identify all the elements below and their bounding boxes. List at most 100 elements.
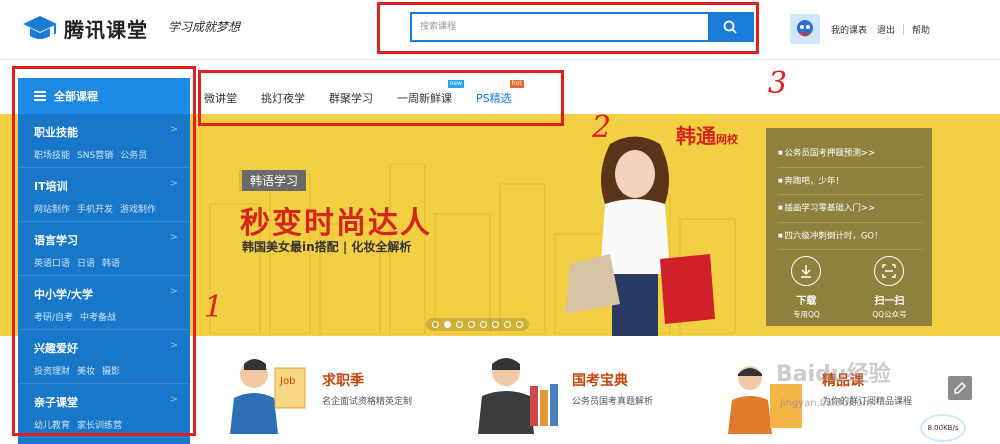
sidebar-item-label: 中小学/大学 (34, 288, 94, 301)
speed-indicator: 8.00KB/s (920, 414, 966, 442)
subcategory-link[interactable]: 日语 (77, 256, 95, 269)
carousel-dot[interactable] (468, 321, 475, 328)
tab-weekly-new-label: 一周新鲜课 (397, 92, 452, 105)
download-label: 下载 (796, 296, 817, 307)
scan-qr-button[interactable]: 扫一扫 QQ公众号 (872, 256, 907, 320)
feature-title: 国考宝典 (572, 373, 628, 389)
carousel-dot[interactable] (492, 321, 499, 328)
user-area: 我的课表 退出 帮助 (790, 14, 935, 44)
baidu-watermark: Baidu经验 (776, 362, 891, 387)
promo-item[interactable]: 公务员国考押题预测>> (778, 140, 922, 168)
carousel-dot[interactable] (480, 321, 487, 328)
feature-job-season[interactable]: Job 求职季 名企面试资格精英定制 (200, 344, 450, 440)
feature-sub: 公务员国考真题解析 (572, 397, 654, 407)
logo[interactable]: 腾讯课堂 (22, 12, 148, 44)
subcategory-link[interactable]: 网站制作 (34, 202, 70, 215)
logo-text: 腾讯课堂 (64, 17, 148, 42)
chevron-right-icon: > (169, 124, 178, 135)
promo-item[interactable]: 四六级冲刺倒计时，GO！ (778, 223, 922, 250)
subcategory-link[interactable]: 公务员 (120, 148, 147, 161)
promo-qr-row: 下载 专用QQ 扫一扫 QQ公众号 (766, 256, 932, 320)
sidebar-item-it[interactable]: IT培训 网站制作 手机开发 游戏制作 > (18, 168, 190, 222)
carousel-dot[interactable] (516, 321, 523, 328)
search-icon (723, 20, 737, 34)
chevron-right-icon: > (169, 178, 178, 189)
sidebar-item-label: 兴趣爱好 (34, 342, 78, 355)
banner-tag: 韩语学习 (238, 170, 307, 191)
tab-micro-lecture[interactable]: 微讲堂 (204, 90, 237, 106)
scan-label: 扫一扫 (874, 296, 905, 307)
promo-item[interactable]: 奔跑吧，少年！ (778, 168, 922, 195)
scan-sub: QQ公众号 (872, 310, 907, 319)
graduation-cap-icon (23, 16, 57, 39)
search-button[interactable] (708, 14, 752, 40)
subcategory-link[interactable]: 考研/自考 (34, 310, 73, 323)
carousel-dot[interactable] (504, 321, 511, 328)
avatar[interactable] (790, 14, 820, 44)
subcategory-link[interactable]: 英语口语 (34, 256, 70, 269)
subcategory-link[interactable]: 职场技能 (34, 148, 70, 161)
sidebar-item-school[interactable]: 中小学/大学 考研/自考 中考备战 > (18, 276, 190, 330)
tab-group-study[interactable]: 群聚学习 (329, 90, 373, 106)
subcategory-link[interactable]: 幼儿教育 (34, 418, 70, 431)
svg-text:Job: Job (279, 376, 295, 387)
banner-subtitle: 韩国美女最in搭配 | 化妆全解析 (242, 240, 412, 254)
subcategory-link[interactable]: 摄影 (102, 364, 120, 377)
sidebar-item-hobby[interactable]: 兴趣爱好 投资理财 美妆 摄影 > (18, 330, 190, 384)
tab-night-study[interactable]: 挑灯夜学 (261, 90, 305, 106)
search-input[interactable] (412, 14, 710, 40)
top-tabs: 微讲堂 挑灯夜学 群聚学习 一周新鲜课 new PS精选 hot (200, 80, 524, 116)
subcategory-link[interactable]: 美妆 (77, 364, 95, 377)
subcategory-link[interactable]: 手机开发 (77, 202, 113, 215)
subcategory-link[interactable]: SNS营销 (77, 148, 113, 161)
chevron-right-icon: > (169, 340, 178, 351)
search-box (410, 12, 754, 42)
subcategory-link[interactable]: 家长训练营 (77, 418, 122, 431)
edit-icon (954, 381, 967, 394)
banner-title: 秒变时尚达人 (240, 206, 432, 241)
promo-panel: 公务员国考押题预测>> 奔跑吧，少年！ 插画学习零基础入门>> 四六级冲刺倒计时… (766, 128, 932, 326)
header: 腾讯课堂 学习成就梦想 我的课表 (0, 0, 1000, 60)
help-link[interactable]: 帮助 (912, 23, 930, 36)
promo-item[interactable]: 插画学习零基础入门>> (778, 195, 922, 223)
all-courses-label: 全部课程 (54, 90, 98, 103)
job-seeker-illustration: Job (230, 359, 306, 434)
all-courses-header[interactable]: 全部课程 (18, 78, 190, 114)
sidebar-item-language[interactable]: 语言学习 英语口语 日语 韩语 > (18, 222, 190, 276)
subcategory-link[interactable]: 中考备战 (80, 310, 116, 323)
sidebar-item-label: 语言学习 (34, 234, 78, 247)
baidu-watermark-url: jingyan.baidu.com (780, 398, 873, 409)
download-icon (791, 256, 822, 286)
tab-weekly-new[interactable]: 一周新鲜课 new (397, 80, 464, 106)
subcategory-link[interactable]: 游戏制作 (120, 202, 156, 215)
chevron-right-icon: > (169, 286, 178, 297)
category-sidebar: 全部课程 职业技能 职场技能 SNS营销 公务员 > IT培训 网站制作 手机开… (18, 78, 190, 444)
download-qq-button[interactable]: 下载 专用QQ (791, 256, 822, 320)
logout-link[interactable]: 退出 (877, 23, 895, 36)
edit-button[interactable] (948, 376, 972, 400)
annotation-number: 2 (592, 110, 612, 145)
sidebar-item-label: 职业技能 (34, 126, 78, 139)
carousel-dots (426, 318, 529, 331)
subcategory-link[interactable]: 投资理财 (34, 364, 70, 377)
feature-sub: 名企面试资格精英定制 (322, 397, 413, 407)
my-schedule-link[interactable]: 我的课表 (831, 23, 867, 36)
subcategory-link[interactable]: 韩语 (102, 256, 120, 269)
carousel-dot[interactable] (432, 321, 439, 328)
new-badge: new (447, 80, 464, 88)
sidebar-item-parenting[interactable]: 亲子课堂 幼儿教育 家长训练营 > (18, 384, 190, 438)
hot-badge: hot (509, 80, 524, 88)
annotation-number: 3 (768, 66, 788, 101)
feature-civil-exam[interactable]: 国考宝典 公务员国考真题解析 (450, 344, 700, 440)
sidebar-item-career[interactable]: 职业技能 职场技能 SNS营销 公务员 > (18, 114, 190, 168)
carousel-dot[interactable] (456, 321, 463, 328)
civil-exam-illustration (478, 358, 558, 434)
scan-icon (874, 256, 905, 286)
download-sub: 专用QQ (793, 310, 820, 319)
tab-ps-selection[interactable]: PS精选 hot (476, 80, 524, 106)
tab-ps-label: PS精选 (476, 92, 512, 105)
annotation-number: 1 (204, 290, 224, 325)
carousel-dot[interactable] (444, 321, 451, 328)
menu-icon (34, 91, 46, 101)
slogan: 学习成就梦想 (168, 20, 241, 34)
